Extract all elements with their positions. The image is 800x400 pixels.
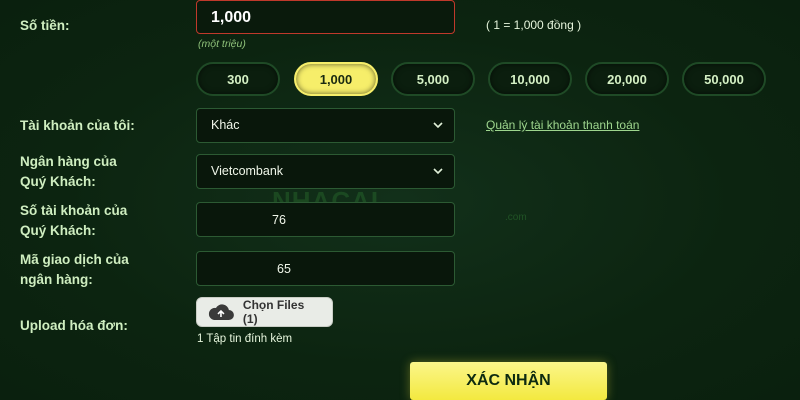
my-account-selected: Khác (211, 118, 240, 132)
amount-chip-50000[interactable]: 50,000 (682, 62, 766, 96)
account-number-label-line2: Quý Khách: (20, 223, 96, 238)
amount-input[interactable]: 1,000 (196, 0, 455, 34)
choose-files-button[interactable]: Chọn Files (1) (196, 297, 333, 327)
chevron-down-icon (433, 122, 443, 129)
amount-value: 1,000 (211, 9, 252, 26)
cloud-upload-icon (208, 304, 234, 320)
manage-payment-accounts-link[interactable]: Quản lý tài khoản thanh toán (486, 118, 639, 132)
amount-chip-5000[interactable]: 5,000 (391, 62, 475, 96)
transaction-code-input[interactable]: 65 (196, 251, 455, 286)
amount-chip-20000[interactable]: 20,000 (585, 62, 669, 96)
transaction-code-label-line2: ngân hàng: (20, 272, 93, 287)
amount-label: Số tiền: (20, 18, 70, 33)
transaction-code-label-line1: Mã giao dịch của (20, 252, 129, 267)
transaction-code-value: 65 (277, 262, 291, 276)
account-number-input[interactable]: 76 (196, 202, 455, 237)
customer-bank-select[interactable]: Vietcombank (196, 154, 455, 189)
customer-bank-label-line2: Quý Khách: (20, 174, 96, 189)
exchange-rate-note: ( 1 = 1,000 đồng ) (486, 18, 582, 32)
amount-hint: (một triệu) (198, 38, 246, 50)
chevron-down-icon (433, 168, 443, 175)
amount-chip-1000[interactable]: 1,000 (294, 62, 378, 96)
amount-chip-300[interactable]: 300 (196, 62, 280, 96)
my-account-label: Tài khoản của tôi: (20, 118, 135, 133)
confirm-button[interactable]: XÁC NHẬN (410, 362, 607, 400)
customer-bank-selected: Vietcombank (211, 164, 284, 178)
customer-bank-label-line1: Ngân hàng của (20, 154, 117, 169)
choose-files-label: Chọn Files (1) (242, 298, 305, 326)
attached-files-count: 1 Tập tin đính kèm (197, 333, 293, 345)
account-number-value: 76 (272, 213, 286, 227)
upload-invoice-label: Upload hóa đơn: (20, 318, 128, 333)
account-number-label-line1: Số tài khoản của (20, 203, 128, 218)
my-account-select[interactable]: Khác (196, 108, 455, 143)
watermark-sub: .com (505, 212, 527, 223)
amount-chip-10000[interactable]: 10,000 (488, 62, 572, 96)
